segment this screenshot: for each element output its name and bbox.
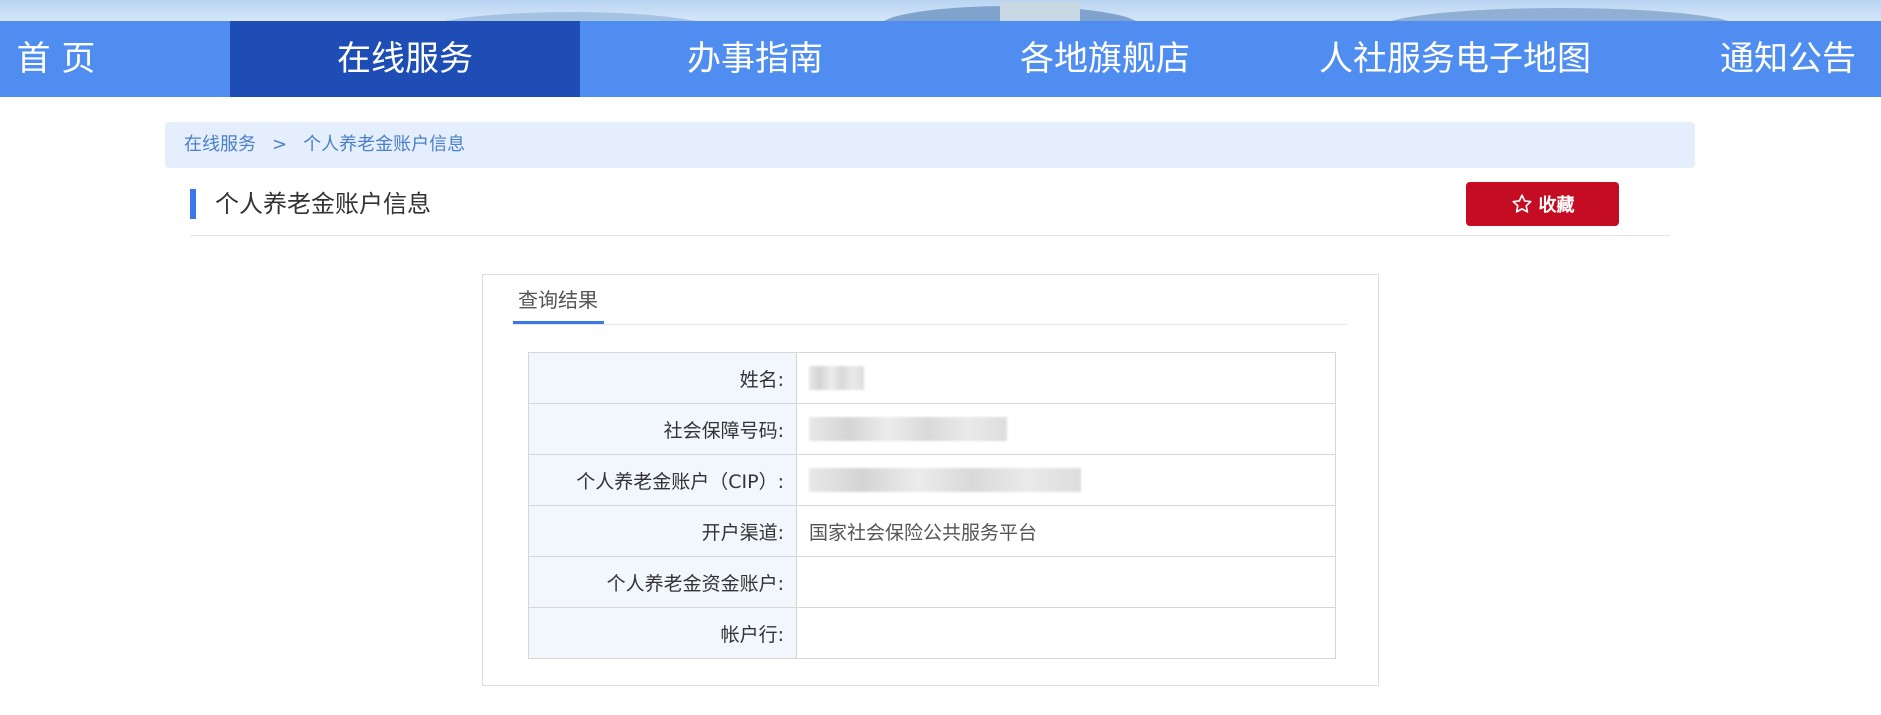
tab-divider (513, 324, 1347, 325)
row-label-channel: 开户渠道: (528, 505, 797, 557)
account-info-table: 姓名: 社会保障号码: 个人养老金账户（CIP）: 开户渠道: 国家社会保险公共… (528, 352, 1336, 659)
tab-query-result[interactable]: 查询结果 (513, 287, 603, 325)
nav-item-notices[interactable]: 通知公告 (1720, 21, 1881, 97)
header-banner (0, 0, 1881, 21)
nav-item-flagship-stores[interactable]: 各地旗舰店 (930, 21, 1280, 97)
title-divider (190, 235, 1670, 236)
banner-great-wall (1000, 2, 1080, 21)
row-value-cip (796, 454, 1336, 506)
row-value-ssn (796, 403, 1336, 455)
nav-item-home[interactable]: 首 页 (0, 21, 112, 97)
table-row: 社会保障号码: (528, 403, 1336, 455)
star-outline-icon (1511, 194, 1532, 213)
title-accent-bar (190, 189, 196, 219)
table-row: 姓名: (528, 352, 1336, 404)
table-row: 帐户行: (528, 607, 1336, 659)
row-label-fund-account: 个人养老金资金账户: (528, 556, 797, 608)
redacted-value (809, 468, 1081, 492)
row-value-bank (796, 607, 1336, 659)
query-result-panel: 查询结果 姓名: 社会保障号码: 个人养老金账户（CIP）: 开户渠道: 国家社… (482, 274, 1379, 686)
row-value-fund-account (796, 556, 1336, 608)
table-row: 个人养老金账户（CIP）: (528, 454, 1336, 506)
table-row: 开户渠道: 国家社会保险公共服务平台 (528, 505, 1336, 557)
breadcrumb: 在线服务 > 个人养老金账户信息 (165, 122, 1695, 168)
redacted-value (809, 366, 864, 390)
page-title: 个人养老金账户信息 (215, 190, 431, 218)
breadcrumb-link-online-services[interactable]: 在线服务 (184, 122, 256, 168)
row-label-name: 姓名: (528, 352, 797, 404)
favorite-button[interactable]: 收藏 (1466, 182, 1619, 226)
breadcrumb-current[interactable]: 个人养老金账户信息 (303, 122, 465, 168)
banner-mountain (420, 12, 720, 21)
banner-mountain (1380, 8, 1740, 21)
favorite-button-label: 收藏 (1538, 195, 1575, 216)
nav-item-guide[interactable]: 办事指南 (580, 21, 930, 97)
table-row: 个人养老金资金账户: (528, 556, 1336, 608)
row-value-channel: 国家社会保险公共服务平台 (796, 505, 1336, 557)
row-label-cip: 个人养老金账户（CIP）: (528, 454, 797, 506)
breadcrumb-separator: > (272, 134, 288, 155)
nav-item-service-map[interactable]: 人社服务电子地图 (1280, 21, 1630, 97)
main-nav: 首 页 在线服务 办事指南 各地旗舰店 人社服务电子地图 通知公告 (0, 21, 1881, 97)
nav-item-online-services[interactable]: 在线服务 (230, 21, 580, 97)
row-label-bank: 帐户行: (528, 607, 797, 659)
row-label-ssn: 社会保障号码: (528, 403, 797, 455)
row-value-name (796, 352, 1336, 404)
redacted-value (809, 417, 1007, 441)
